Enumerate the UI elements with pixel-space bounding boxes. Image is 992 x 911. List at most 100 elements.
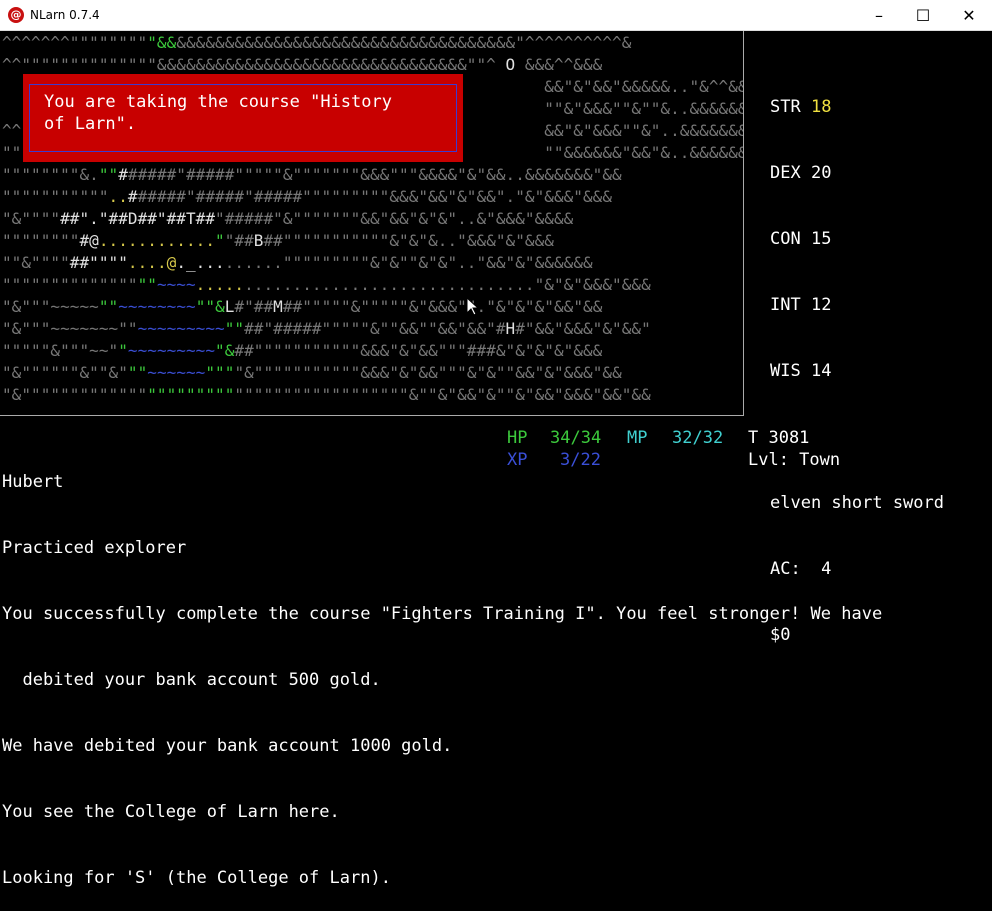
map-row: "&""""""&""&"""~~~~~~""""&"""""""""""&&&… — [2, 362, 622, 384]
map-tiles: ""&"""" — [2, 253, 70, 272]
maximize-button[interactable]: ☐ — [900, 0, 946, 31]
map-row: "&""""##"."##D##"##T##"#####"&"""""""&&"… — [2, 208, 573, 230]
map-tiles: .... — [127, 253, 167, 272]
map-tiles: #"&&"&&&"&"&&" — [515, 319, 651, 338]
map-tiles: ##"""""""""""&&&"&"&&"""###&"&"&"&"&&& — [234, 341, 603, 360]
map-tiles: ~~~~~~ — [147, 363, 206, 382]
xp-value: 3/22 — [560, 450, 601, 470]
stat-dex: DEX 20 — [770, 162, 944, 184]
map-tiles: M — [273, 297, 283, 316]
app-icon: @ — [8, 7, 24, 23]
map-tiles: #####"#####"""""&"""""""&&&"""&&&&"&"&&.… — [127, 165, 622, 184]
mp-value: 32/32 — [672, 428, 724, 448]
stat-str: STR 18 — [770, 96, 944, 118]
map-tiles: "&""" — [2, 297, 51, 316]
message-popup: You are taking the course "History of La… — [23, 74, 463, 162]
map-tiles: ##"""" — [69, 253, 128, 272]
map-row: ^^^^^^^"""""""""&&&&&&&&&&&&&&&&&&&&&&&&… — [2, 32, 631, 54]
map-tiles: & — [224, 341, 235, 360]
stat-con: CON 15 — [770, 228, 944, 250]
map-tiles: "&"""""""""""&&&"&"&&"""&"&""&&"&"&&&"&& — [234, 363, 622, 382]
map-tiles: ##"""""""""""&"&"&.."&&&"&"&&& — [263, 231, 554, 250]
mouse-cursor-icon — [466, 297, 480, 316]
map-tiles: """"""""""""""""""&""&"&&"&""&"&&"&&&"&&… — [234, 385, 651, 404]
map-tiles: #"## — [234, 297, 274, 316]
map-row: ^^""""""""""""""&&&&&&&&&&&&&&&&&&&&&&&&… — [2, 54, 602, 76]
map-tiles: & — [215, 297, 225, 316]
map-tiles: O — [505, 55, 516, 74]
map-tiles: ##"""""&"""""&"&&&""."&"&"&"&&"&& — [282, 297, 603, 316]
turn-counter: T 3081 — [748, 428, 810, 448]
hp-label: HP — [507, 428, 528, 448]
map-tiles: "&""""""""""""" — [2, 385, 148, 404]
map-tiles: """""""""""""" — [2, 275, 138, 294]
map-tiles: " — [215, 341, 225, 360]
map-tiles: "&"""" — [2, 209, 61, 228]
stat-label: CON — [770, 229, 801, 249]
map-tiles: L — [224, 297, 235, 316]
window-titlebar: @ NLarn 0.7.4 – ☐ ✕ — [0, 0, 992, 31]
log-line-5: Looking for 'S' (the College of Larn). — [2, 868, 391, 888]
map-row: "&""""""""""""""""""""""""""""""""""""""… — [2, 384, 651, 406]
map-tiles: ~~~~~~~~~ — [137, 319, 225, 338]
map-tiles: "&"""~~~~~~~"" — [2, 319, 138, 338]
stat-value: 14 — [810, 361, 832, 381]
minimize-button[interactable]: – — [856, 0, 902, 31]
stat-wis: WIS 14 — [770, 360, 944, 382]
map-row: """"""""#@............""##B##"""""""""""… — [2, 230, 554, 252]
hp-value: 34/34 — [550, 428, 602, 448]
map-tiles: "" — [98, 165, 119, 184]
map-tiles: "#####"&"""""""&&"&&"&"&"..&"&&&"&&&& — [215, 209, 574, 228]
map-tiles: ^^^^^^^"""""""" — [2, 33, 148, 52]
map-tiles: # — [127, 187, 138, 206]
map-tiles: "&& — [147, 33, 177, 52]
map-tiles: """"""""""" — [2, 187, 109, 206]
map-tiles: ~~~~~~~~~ — [127, 341, 216, 360]
map-tiles: ._... — [176, 253, 225, 272]
stat-value: 18 — [810, 97, 832, 117]
window-title: NLarn 0.7.4 — [30, 8, 100, 22]
player-name: Hubert — [2, 472, 64, 492]
map-row: "&"""~~~~~~~""~~~~~~~~~""##"#####"""""&"… — [2, 318, 651, 340]
map-tiles: " — [118, 341, 128, 360]
xp-label: XP — [507, 450, 528, 470]
map-tiles: """"""""" — [147, 385, 235, 404]
map-tiles: ~~~~~ — [50, 297, 99, 316]
map-tiles: "" — [224, 319, 245, 338]
status-area: Hubert Practiced explorer You successful… — [2, 427, 882, 911]
map-tiles: "" — [127, 363, 148, 382]
stat-value: 20 — [810, 163, 832, 183]
log-line-3: We have debited your bank account 1000 g… — [2, 736, 453, 756]
map-row: "&"""~~~~~""~~~~~~~~""&L#"##M##"""""&"""… — [2, 296, 602, 318]
map-row: """"""""&.""######"#####"""""&"""""""&&&… — [2, 164, 622, 186]
map-tiles: .............................."&"&"&&&"&… — [244, 275, 651, 294]
map-tiles: ..... — [195, 275, 245, 294]
stat-label: STR — [770, 97, 801, 117]
map-tiles: " — [215, 231, 225, 250]
map-tiles: # — [118, 165, 128, 184]
mp-label: MP — [627, 428, 648, 448]
dungeon-level: Lvl: Town — [748, 450, 841, 470]
map-tiles: """""""" — [2, 231, 80, 250]
map-tiles: ~~~~~~~~ — [118, 297, 196, 316]
map-tiles: ............ — [98, 231, 216, 250]
log-line-4: You see the College of Larn here. — [2, 802, 340, 822]
stat-label: WIS — [770, 361, 801, 381]
close-button[interactable]: ✕ — [946, 0, 992, 31]
stat-int: INT 12 — [770, 294, 944, 316]
map-tiles: &&&^^&&& — [515, 55, 603, 74]
log-line-2: debited your bank account 500 gold. — [2, 670, 381, 690]
map-tiles: ##"#####"""""&""&&""&&"&&"# — [244, 319, 506, 338]
map-tiles: """""&"""~~" — [2, 341, 119, 360]
stat-label: DEX — [770, 163, 801, 183]
map-tiles: """ — [205, 363, 235, 382]
stat-value: 12 — [810, 295, 832, 315]
map-tiles: ~~~~ — [156, 275, 196, 294]
popup-message: You are taking the course "History of La… — [44, 92, 392, 134]
map-tiles: @ — [166, 253, 177, 272]
stat-value: 15 — [810, 229, 832, 249]
map-tiles: ^^""""""""""""""&&&&&&&&&&&&&&&&&&&&&&&&… — [2, 55, 506, 74]
map-tiles: "" — [137, 275, 157, 294]
map-row: """""""""""..######"#####"#####"""""""""… — [2, 186, 612, 208]
stat-label: INT — [770, 295, 801, 315]
